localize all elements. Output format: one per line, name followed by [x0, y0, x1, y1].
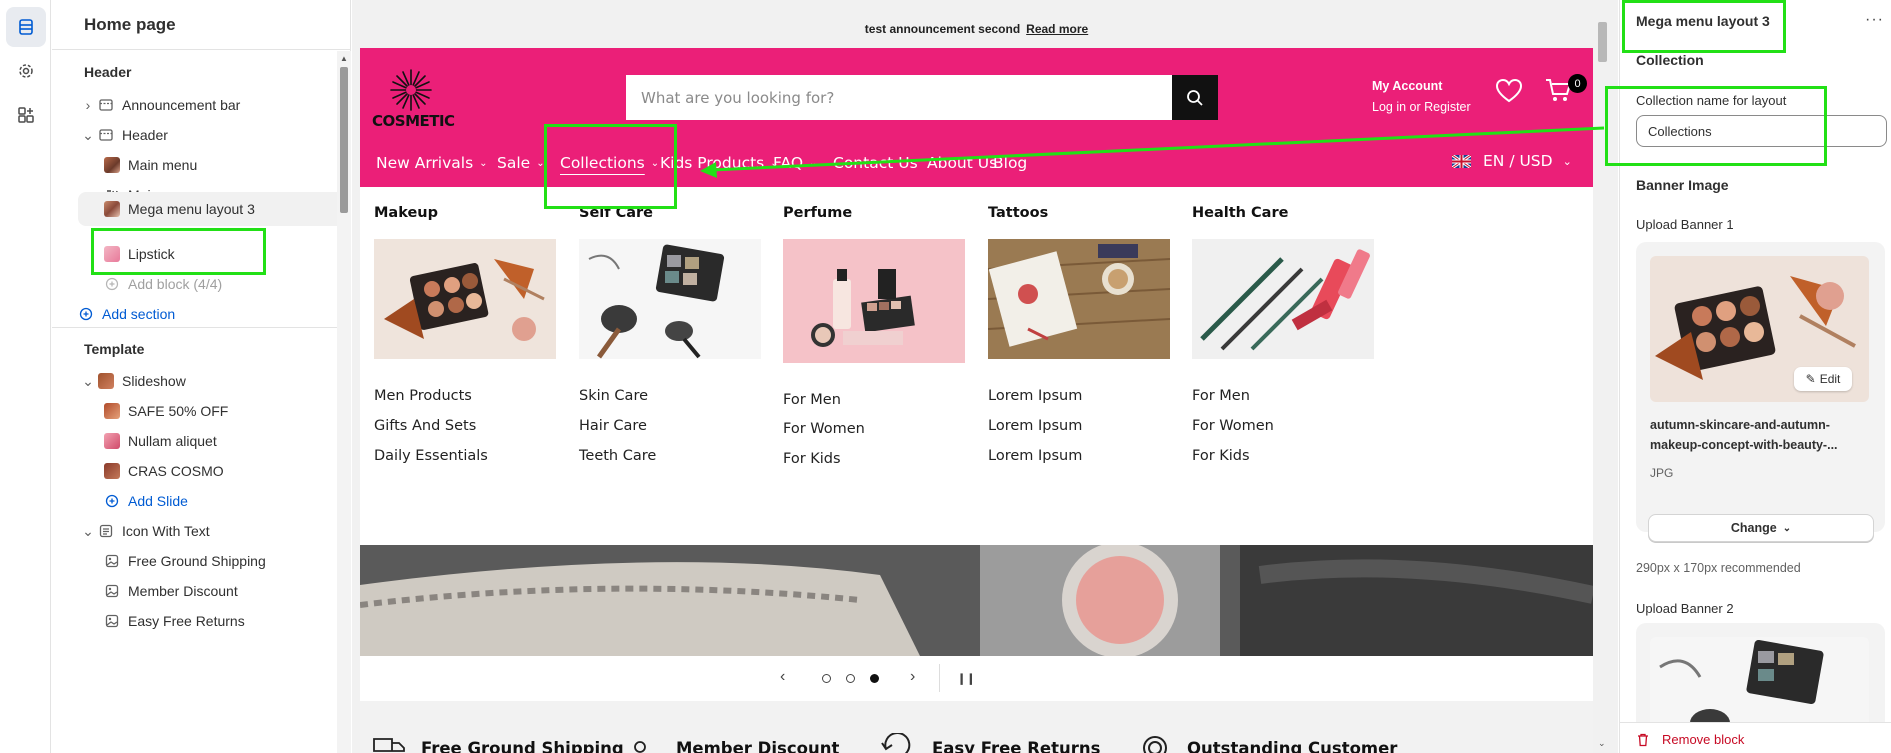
annotation-arrow	[700, 126, 1605, 178]
